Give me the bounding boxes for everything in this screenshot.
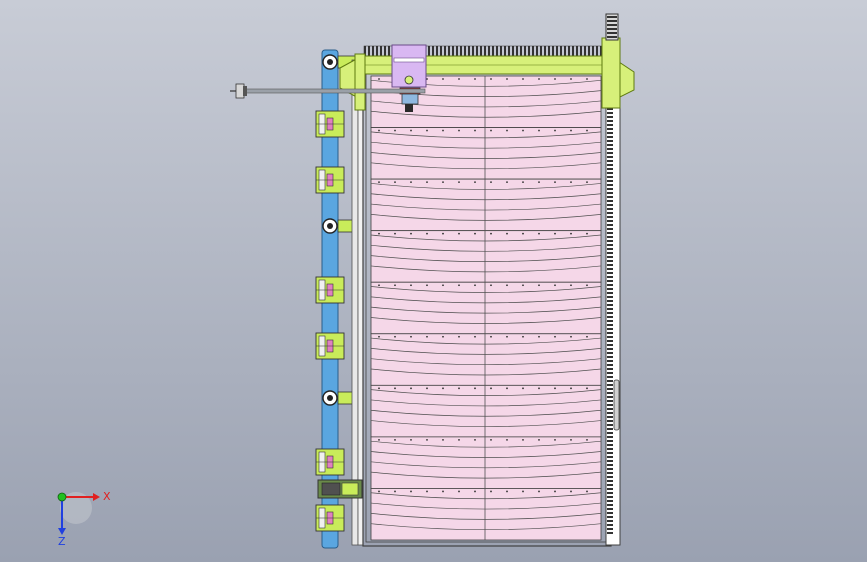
- panel: [370, 281, 602, 335]
- panel-group: [370, 75, 602, 541]
- bottom-cylinder: [317, 479, 363, 499]
- panel: [370, 333, 602, 386]
- clamp: [315, 110, 345, 138]
- right-rack-column: [605, 59, 621, 546]
- panel: [370, 178, 602, 232]
- x-axis-arrow: [93, 493, 100, 501]
- panel: [370, 230, 602, 283]
- panel: [370, 127, 602, 180]
- y-axis-dot: [57, 492, 67, 502]
- z-axis-arrow: [58, 528, 66, 535]
- left-guide-rails: [351, 59, 364, 546]
- assembly-drawing[interactable]: X Z: [0, 0, 867, 562]
- clamp: [315, 276, 345, 304]
- cad-viewport[interactable]: X Z: [0, 0, 867, 562]
- pivot-joint: [322, 218, 357, 234]
- z-axis-label: Z: [58, 535, 66, 548]
- panel: [370, 384, 602, 438]
- pivot-joint: [322, 390, 357, 406]
- clamp: [315, 504, 345, 532]
- x-axis-label: X: [103, 490, 111, 503]
- panel: [370, 488, 602, 541]
- coordinate-triad: X Z: [57, 490, 111, 548]
- clamp: [315, 332, 345, 360]
- panel: [370, 436, 602, 489]
- clamp: [315, 166, 345, 194]
- clamp: [315, 448, 345, 476]
